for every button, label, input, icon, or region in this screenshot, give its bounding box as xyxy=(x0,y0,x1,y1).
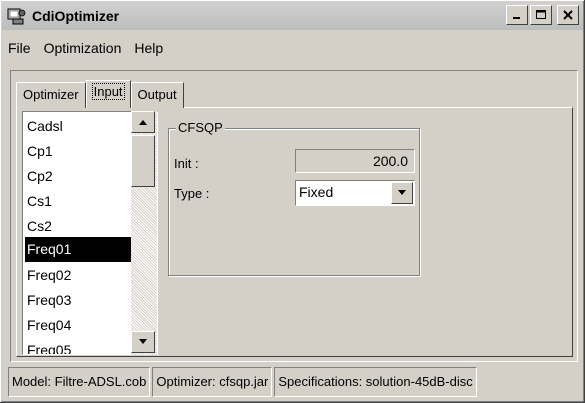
scroll-up-button[interactable] xyxy=(131,111,155,133)
window-title: CdiOptimizer xyxy=(32,8,120,24)
arrow-down-icon xyxy=(139,339,147,344)
tab-input[interactable]: Input xyxy=(85,80,131,108)
list-item[interactable]: Freq04 xyxy=(25,313,137,338)
init-label: Init : xyxy=(174,156,199,171)
tab-output[interactable]: Output xyxy=(130,82,184,108)
menu-help[interactable]: Help xyxy=(128,40,170,56)
list-item-selected[interactable]: Freq01 xyxy=(25,237,137,262)
list-item[interactable]: Freq03 xyxy=(25,288,137,313)
type-label: Type : xyxy=(174,186,210,201)
tab-optimizer[interactable]: Optimizer xyxy=(16,82,86,108)
app-icon xyxy=(6,6,28,26)
scroll-down-button[interactable] xyxy=(131,331,155,353)
status-bar: Model: Filtre-ADSL.cob Optimizer: cfsqp.… xyxy=(8,367,581,397)
close-icon xyxy=(563,10,573,20)
init-field[interactable]: 200.0 xyxy=(295,149,415,173)
tab-output-label: Output xyxy=(137,87,177,102)
title-bar[interactable]: CdiOptimizer xyxy=(2,2,583,30)
tab-strip: Optimizer Input Output xyxy=(16,80,184,108)
arrow-up-icon xyxy=(139,120,147,125)
scroll-thumb[interactable] xyxy=(131,135,155,187)
minimize-icon xyxy=(513,17,520,19)
maximize-button[interactable] xyxy=(530,5,552,25)
close-button[interactable] xyxy=(557,5,579,25)
tab-input-label: Input xyxy=(91,83,125,100)
list-item[interactable]: Cs1 xyxy=(25,189,137,214)
list-item[interactable]: Cp1 xyxy=(25,139,137,164)
menu-optimization[interactable]: Optimization xyxy=(38,40,129,56)
menu-bar: File Optimization Help xyxy=(2,36,170,60)
status-optimizer: Optimizer: cfsqp.jar xyxy=(152,367,273,397)
tab-optimizer-label: Optimizer xyxy=(23,87,79,102)
minimize-button[interactable] xyxy=(506,5,528,25)
type-select[interactable]: Fixed xyxy=(295,180,415,206)
list-item[interactable]: Cp2 xyxy=(25,164,137,189)
status-model: Model: Filtre-ADSL.cob xyxy=(8,367,151,397)
window-controls xyxy=(506,5,579,25)
list-item[interactable]: Cadsl xyxy=(25,114,137,139)
list-item[interactable]: Freq02 xyxy=(25,263,137,288)
menu-file[interactable]: File xyxy=(2,40,38,56)
chevron-down-icon xyxy=(398,190,406,195)
main-window: CdiOptimizer File Optimization Help Opti… xyxy=(0,0,585,403)
type-dropdown-button[interactable] xyxy=(391,182,413,204)
list-item[interactable]: Cs2 xyxy=(25,214,137,239)
list-scrollbar[interactable] xyxy=(131,111,157,355)
type-value: Fixed xyxy=(299,184,334,200)
list-item[interactable]: Freq05 xyxy=(25,338,137,354)
cfsqp-group-title: CFSQP xyxy=(176,120,225,135)
maximize-icon xyxy=(536,10,546,19)
status-specifications: Specifications: solution-45dB-disc xyxy=(274,367,477,397)
